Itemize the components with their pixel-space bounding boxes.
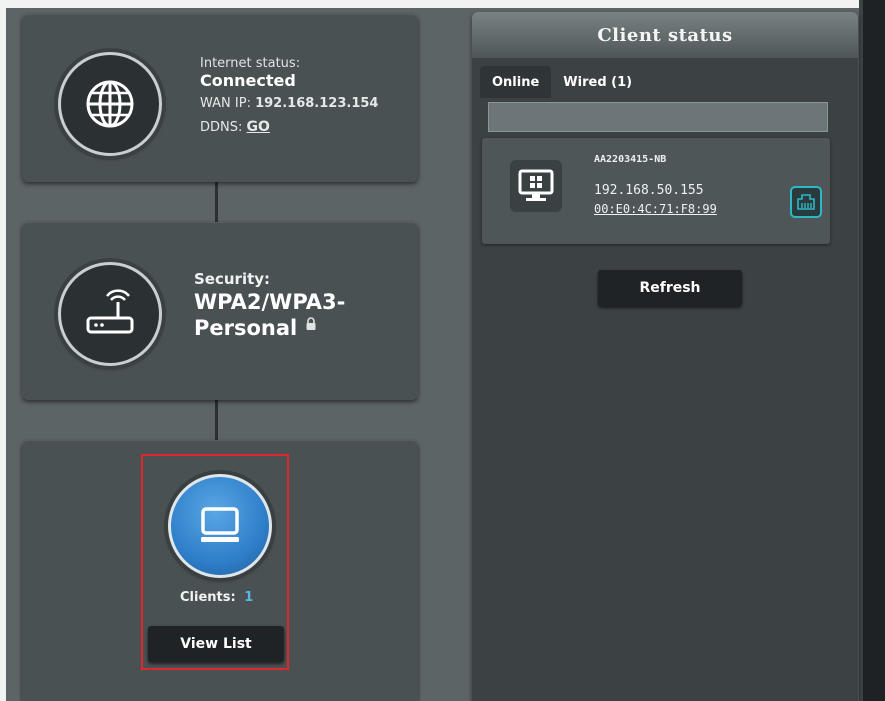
internet-status-card[interactable]: Internet status: Connected WAN IP: 192.1… xyxy=(22,14,418,182)
client-mac-link[interactable]: 00:E0:4C:71:F8:99 xyxy=(594,202,717,216)
client-status-panel: Client status Online Wired (1) AA2203415… xyxy=(472,12,858,701)
ddns-label: DDNS: xyxy=(200,120,243,135)
internet-status-value: Connected xyxy=(200,71,296,90)
security-value-row: Personal xyxy=(194,316,345,340)
scrollbar-track[interactable] xyxy=(863,0,885,701)
connector-line-top xyxy=(215,182,218,222)
wan-ip-value: 192.168.123.154 xyxy=(255,96,379,111)
client-name: AA2203415-NB xyxy=(594,154,667,165)
client-status-title: Client status xyxy=(472,12,858,58)
windows-desktop-icon xyxy=(510,160,562,212)
ddns-row: DDNS: GO xyxy=(200,119,378,135)
internet-status-label: Internet status: xyxy=(200,56,301,71)
window-top-border xyxy=(0,0,885,8)
connector-line-bottom xyxy=(215,400,218,440)
client-ip: 192.168.50.155 xyxy=(594,183,704,198)
highlight-box xyxy=(141,454,289,670)
security-value-line1: WPA2/WPA3- xyxy=(194,290,346,314)
window-left-border xyxy=(0,0,6,701)
lock-icon xyxy=(305,316,317,335)
refresh-button[interactable]: Refresh xyxy=(598,270,742,306)
client-search-input[interactable] xyxy=(488,102,828,132)
ddns-go-link[interactable]: GO xyxy=(247,119,270,135)
client-list-item[interactable]: AA2203415-NB 192.168.50.155 00:E0:4C:71:… xyxy=(482,138,830,244)
tab-wired[interactable]: Wired (1) xyxy=(551,66,644,98)
router-icon xyxy=(58,262,162,366)
security-label: Security: xyxy=(194,270,271,288)
tab-online[interactable]: Online xyxy=(480,66,552,98)
wan-ip-row: WAN IP: 192.168.123.154 xyxy=(200,96,378,111)
wan-ip-label: WAN IP: xyxy=(200,96,251,111)
globe-icon xyxy=(58,52,162,156)
security-value-line2: Personal xyxy=(194,316,298,340)
ethernet-icon xyxy=(790,186,822,218)
client-status-tabs: Online Wired (1) xyxy=(480,66,644,98)
security-card[interactable]: Security: WPA2/WPA3- Personal xyxy=(22,222,418,400)
